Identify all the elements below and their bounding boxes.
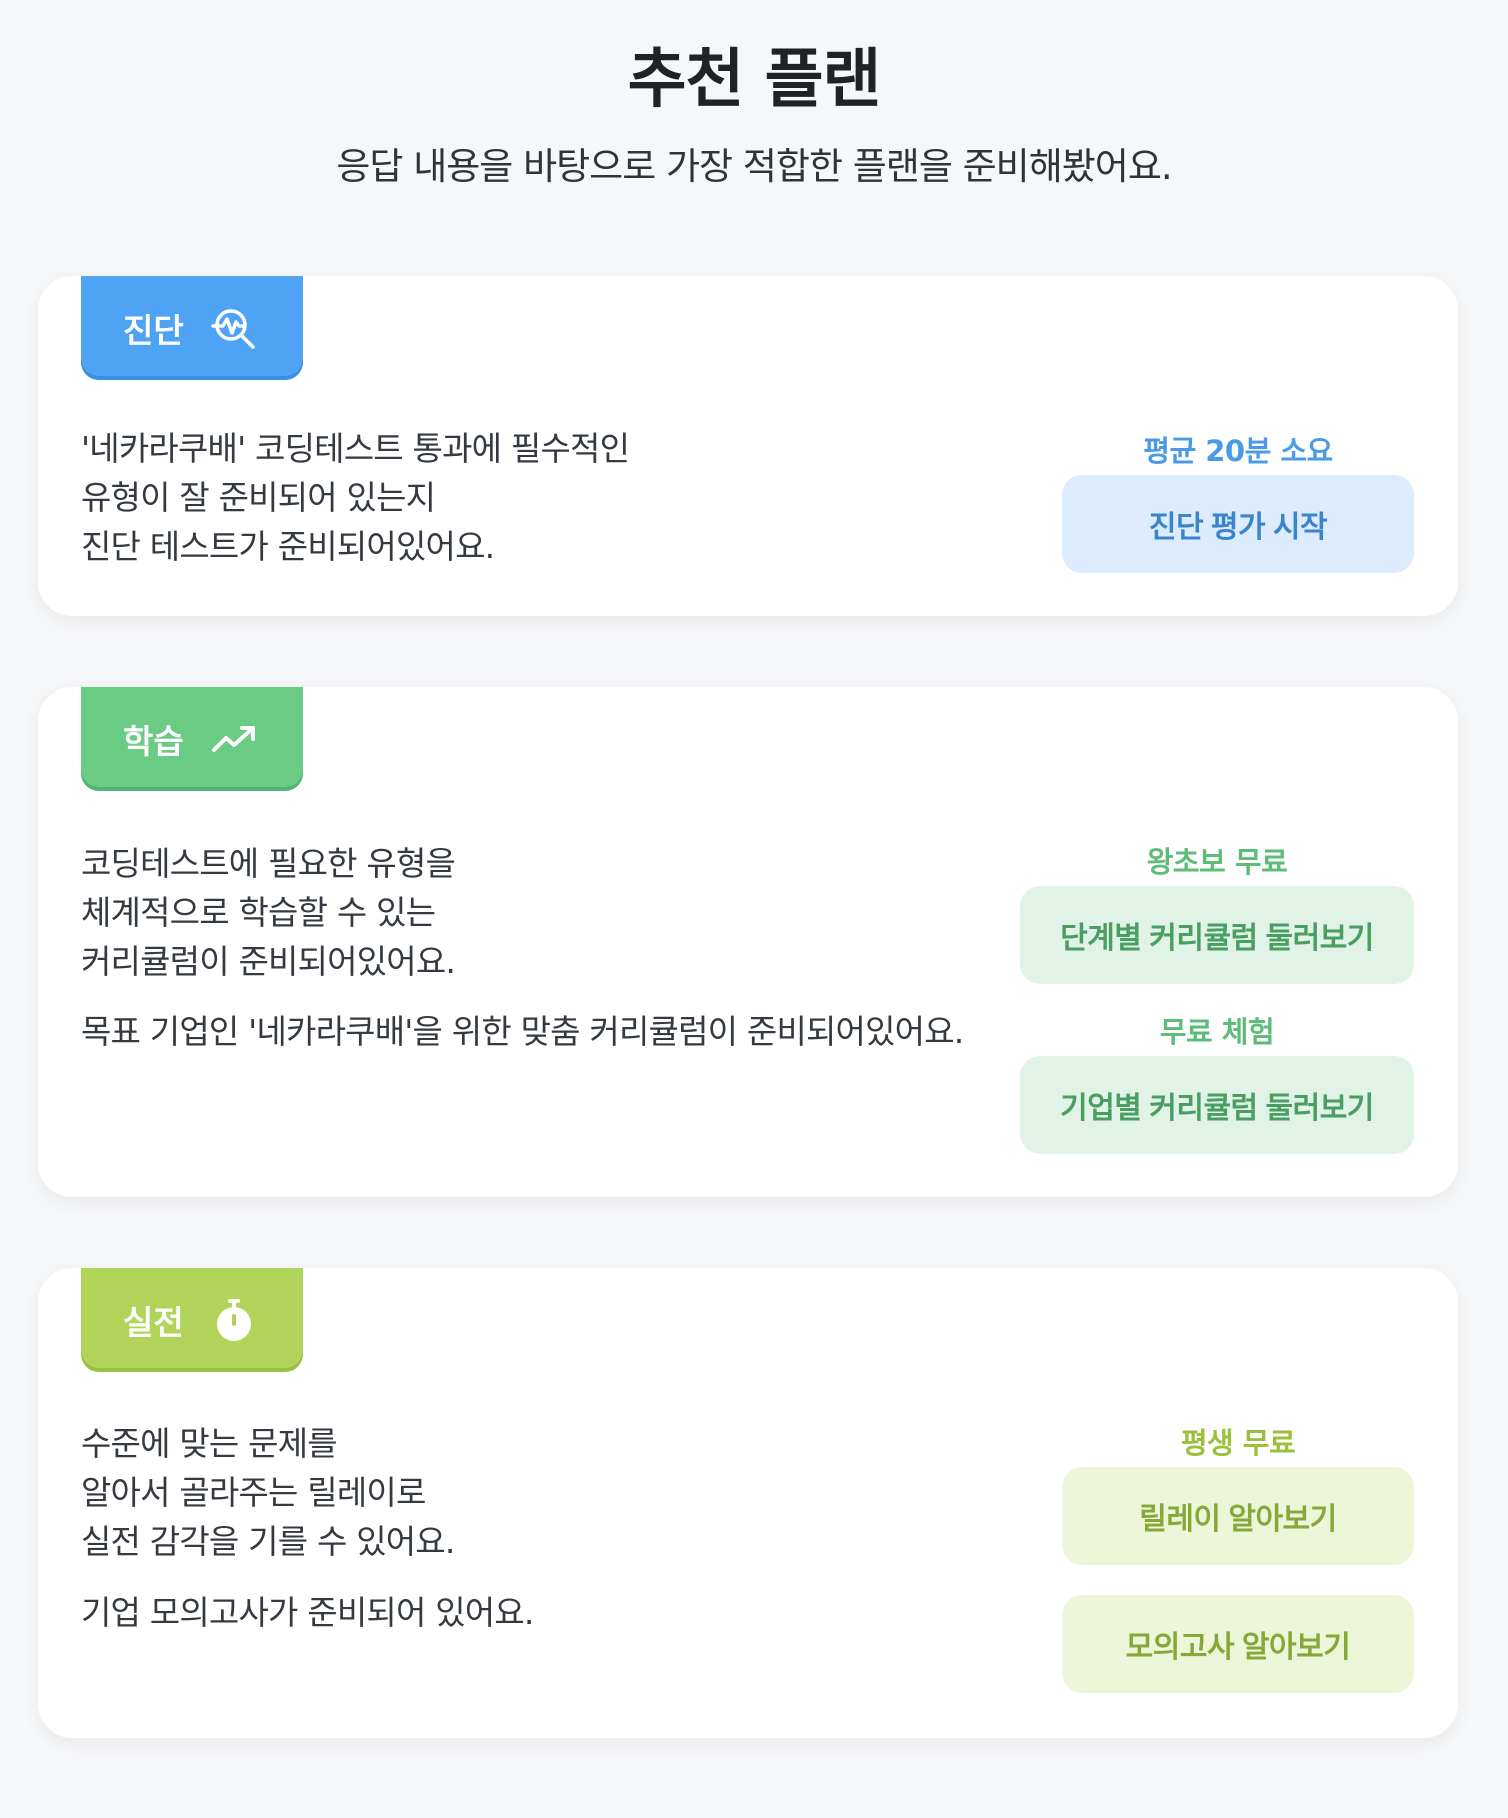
description-line: 기업 모의고사가 준비되어 있어요.	[81, 1593, 534, 1632]
diagnosis-description: '네카라쿠배' 코딩테스트 통과에 필수적인 유형이 잘 준비되어 있는지 진단…	[81, 424, 630, 571]
page-subtitle: 응답 내용을 바탕으로 가장 적합한 플랜을 준비해봤어요.	[336, 145, 1172, 188]
company-curriculum-button[interactable]: 기업별 커리큘럼 둘러보기	[1020, 1056, 1414, 1154]
description-line: 알아서 골라주는 릴레이로	[81, 1473, 426, 1512]
study-target-description: 목표 기업인 '네카라쿠배'을 위한 맞춤 커리큘럼이 준비되어있어요.	[81, 1007, 964, 1056]
mock-exam-info-button[interactable]: 모의고사 알아보기	[1062, 1595, 1414, 1693]
trending-up-icon	[210, 715, 258, 763]
practice-description: 수준에 맞는 문제를 알아서 골라주는 릴레이로 실전 감각을 기를 수 있어요…	[81, 1419, 455, 1566]
practice-tag: 실전	[81, 1268, 303, 1372]
stopwatch-icon	[210, 1296, 258, 1344]
description-line: 체계적으로 학습할 수 있는	[81, 893, 436, 932]
description-line: 유형이 잘 준비되어 있는지	[81, 478, 436, 517]
description-line: 진단 테스트가 준비되어있어요.	[81, 527, 495, 566]
practice-mock-description: 기업 모의고사가 준비되어 있어요.	[81, 1588, 534, 1637]
study-description: 코딩테스트에 필요한 유형을 체계적으로 학습할 수 있는 커리큘럼이 준비되어…	[81, 839, 456, 986]
average-time-label: 평균 20분 소요	[1143, 434, 1333, 468]
description-line: 커리큘럼이 준비되어있어요.	[81, 942, 456, 981]
diagnosis-tag: 진단	[81, 276, 303, 380]
practice-tag-label: 실전	[123, 1303, 184, 1342]
lifetime-free-label: 평생 무료	[1180, 1426, 1296, 1460]
study-tag: 학습	[81, 687, 303, 791]
description-line: 목표 기업인 '네카라쿠배'을 위한 맞춤 커리큘럼이 준비되어있어요.	[81, 1012, 964, 1051]
description-line: '네카라쿠배' 코딩테스트 통과에 필수적인	[81, 429, 630, 468]
diagnosis-search-icon	[210, 304, 258, 352]
description-line: 수준에 맞는 문제를	[81, 1424, 338, 1463]
study-tag-label: 학습	[123, 722, 184, 761]
practice-plan-card: 실전 수준에 맞는 문제를 알아서 골라주는 릴레이로 실전 감각을 기를 수 …	[38, 1268, 1458, 1738]
recommended-plan-page: 추천 플랜 응답 내용을 바탕으로 가장 적합한 플랜을 준비해봤어요. 진단 …	[0, 0, 1508, 1818]
description-line: 코딩테스트에 필요한 유형을	[81, 844, 456, 883]
relay-info-button[interactable]: 릴레이 알아보기	[1062, 1467, 1414, 1565]
description-line: 실전 감각을 기를 수 있어요.	[81, 1522, 455, 1561]
free-trial-label: 무료 체험	[1159, 1015, 1275, 1049]
diagnosis-tag-label: 진단	[123, 311, 184, 350]
page-title: 추천 플랜	[627, 43, 882, 117]
beginner-free-label: 왕초보 무료	[1146, 845, 1288, 879]
start-diagnosis-button[interactable]: 진단 평가 시작	[1062, 475, 1414, 573]
step-curriculum-button[interactable]: 단계별 커리큘럼 둘러보기	[1020, 886, 1414, 984]
diagnosis-plan-card: 진단 '네카라쿠배' 코딩테스트 통과에 필수적인 유형이 잘 준비되어 있는지…	[38, 276, 1458, 616]
study-plan-card: 학습 코딩테스트에 필요한 유형을 체계적으로 학습할 수 있는 커리큘럼이 준…	[38, 687, 1458, 1197]
